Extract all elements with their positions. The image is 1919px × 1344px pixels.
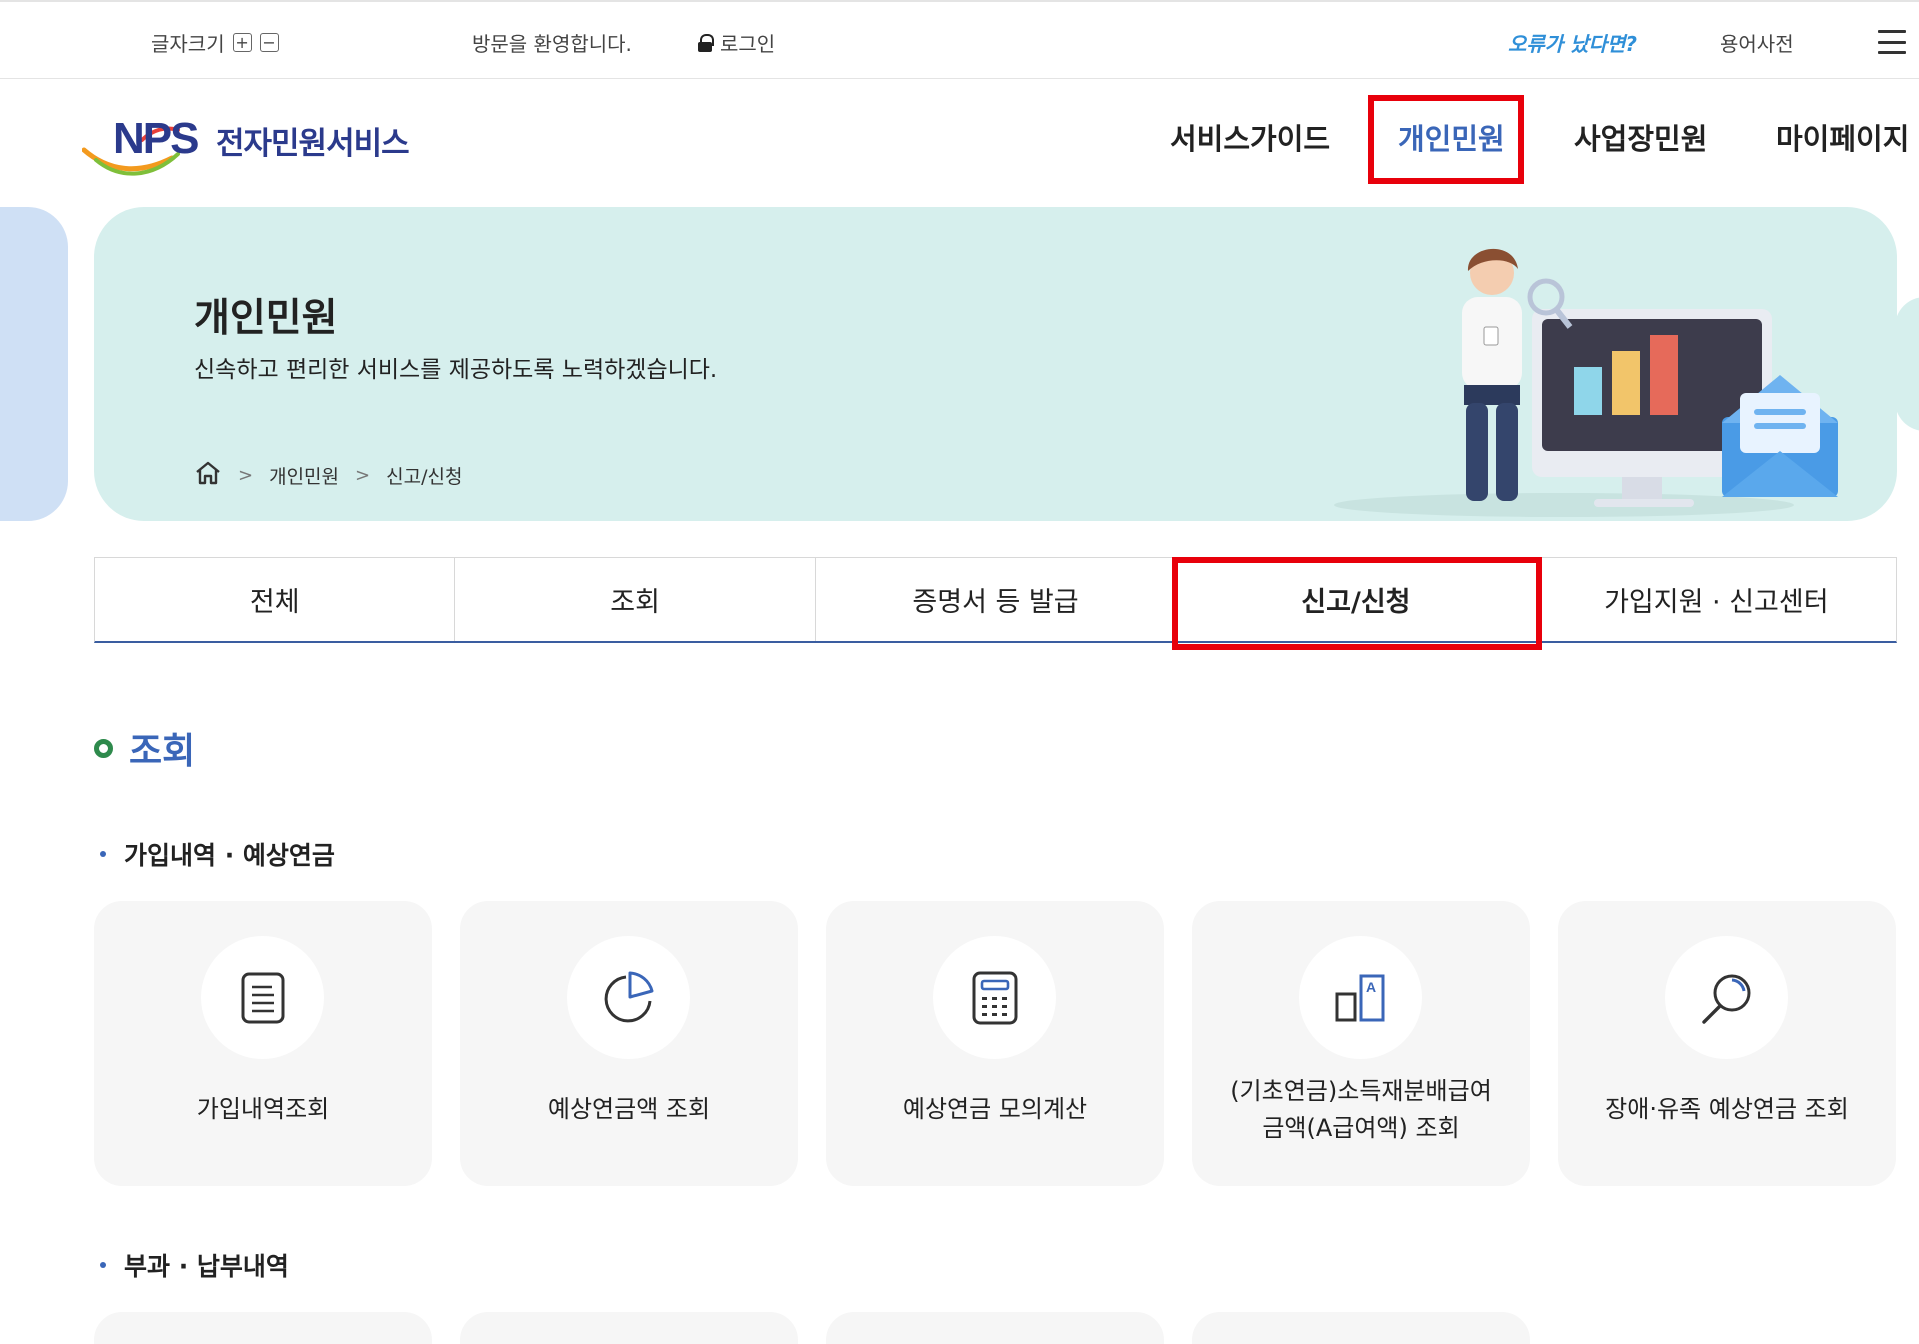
welcome-message: 방문을 환영합니다. [472, 32, 632, 56]
glossary-label: 용어사전 [1720, 32, 1794, 56]
utility-bar: 글자크기 + − 방문을 환영합니다. 로그인 오류가 났다면? 용어사전 [0, 0, 1919, 79]
page-subtitle: 신속하고 편리한 서비스를 제공하도록 노력하겠습니다. [194, 357, 718, 383]
tab-inquiry[interactable]: 조회 [455, 558, 816, 641]
hero-banner: 개인민원 신속하고 편리한 서비스를 제공하도록 노력하겠습니다. > 개인민원… [94, 207, 1897, 521]
site-logo[interactable]: NPS 전자민원서비스 [81, 108, 410, 180]
group-title: 부과 · 납부내역 [100, 1247, 289, 1283]
section-title: 조회 [94, 722, 195, 774]
service-card-expected-pension[interactable]: 예상연금액 조회 [460, 901, 798, 1186]
lock-icon [698, 33, 714, 52]
service-card-list [94, 1312, 1530, 1344]
service-card[interactable] [1192, 1312, 1530, 1344]
breadcrumb-item[interactable]: 신고/신청 [386, 462, 462, 489]
tab-certificate[interactable]: 증명서 등 발급 [816, 558, 1177, 641]
search-icon [1701, 974, 1750, 1024]
nav-business-civil[interactable]: 사업장민원 [1574, 116, 1707, 158]
service-card[interactable] [94, 1312, 432, 1344]
logo-mark-text: NPS [113, 114, 199, 163]
nav-personal-civil[interactable]: 개인민원 [1398, 116, 1505, 158]
error-report-link[interactable]: 오류가 났다면? [1508, 28, 1637, 57]
service-card-list: 가입내역조회 예상연금액 조회 예상연금 모의계산 A (기초연금)소득재분배급… [94, 901, 1896, 1186]
group-title: 가입내역 · 예상연금 [100, 836, 335, 872]
circle-bullet-icon [94, 738, 113, 758]
font-increase-button[interactable]: + [232, 33, 252, 52]
login-link[interactable]: 로그인 [698, 28, 775, 57]
font-size-label: 글자크기 [151, 32, 225, 56]
category-tabs: 전체 조회 증명서 등 발급 신고/신청 가입지원 · 신고센터 [94, 557, 1897, 643]
breadcrumb: > 개인민원 > 신고/신청 [194, 460, 462, 491]
service-card-basic-pension-amount[interactable]: A (기초연금)소득재분배급여 금액(A급여액) 조회 [1192, 901, 1530, 1186]
login-label: 로그인 [720, 32, 776, 56]
menu-icon[interactable] [1878, 30, 1906, 54]
nav-service-guide[interactable]: 서비스가이드 [1170, 116, 1330, 158]
hero-side-decoration [0, 207, 68, 521]
service-card[interactable] [460, 1312, 798, 1344]
font-size-control: 글자크기 + − [151, 28, 279, 57]
home-icon[interactable] [194, 460, 222, 491]
page-title: 개인민원 [194, 296, 338, 341]
service-card-label: 장애·유족 예상연금 조회 [1605, 1095, 1849, 1123]
chevron-right-icon: > [238, 465, 254, 486]
document-icon [241, 972, 284, 1023]
service-card-enrollment[interactable]: 가입내역조회 [94, 901, 432, 1186]
svg-text:A: A [1366, 979, 1376, 995]
service-card[interactable] [826, 1312, 1164, 1344]
benefit-amount-icon: A [1335, 974, 1384, 1021]
nav-mypage[interactable]: 마이페이지 [1776, 116, 1909, 158]
tab-report-apply[interactable]: 신고/신청 [1176, 558, 1537, 641]
pie-chart-icon [604, 971, 653, 1022]
service-card-label: 예상연금 모의계산 [902, 1095, 1088, 1123]
service-card-label: (기초연금)소득재분배급여 금액(A급여액) 조회 [1230, 1077, 1492, 1142]
hero-side-decoration [1895, 297, 1919, 431]
service-card-label: 예상연금액 조회 [547, 1095, 711, 1123]
logo-text: 전자민원서비스 [216, 125, 410, 162]
service-card-simulation[interactable]: 예상연금 모의계산 [826, 901, 1164, 1186]
breadcrumb-item[interactable]: 개인민원 [269, 462, 339, 489]
service-card-label: 가입내역조회 [196, 1095, 330, 1123]
tab-all[interactable]: 전체 [95, 558, 456, 641]
welcome-text: 방문을 환영합니다. [472, 28, 632, 57]
nps-logo-icon: NPS [81, 108, 204, 180]
glossary-link[interactable]: 용어사전 [1720, 28, 1794, 57]
chevron-right-icon: > [355, 465, 371, 486]
font-decrease-button[interactable]: − [259, 33, 279, 52]
illustration-person-monitor-icon [1334, 248, 1838, 517]
error-report-label: 오류가 났다면? [1508, 32, 1637, 56]
tab-support-center[interactable]: 가입지원 · 신고센터 [1537, 558, 1896, 641]
service-card-disability-survivor[interactable]: 장애·유족 예상연금 조회 [1558, 901, 1896, 1186]
calculator-icon [972, 971, 1017, 1024]
section-title-text: 조회 [129, 731, 196, 772]
